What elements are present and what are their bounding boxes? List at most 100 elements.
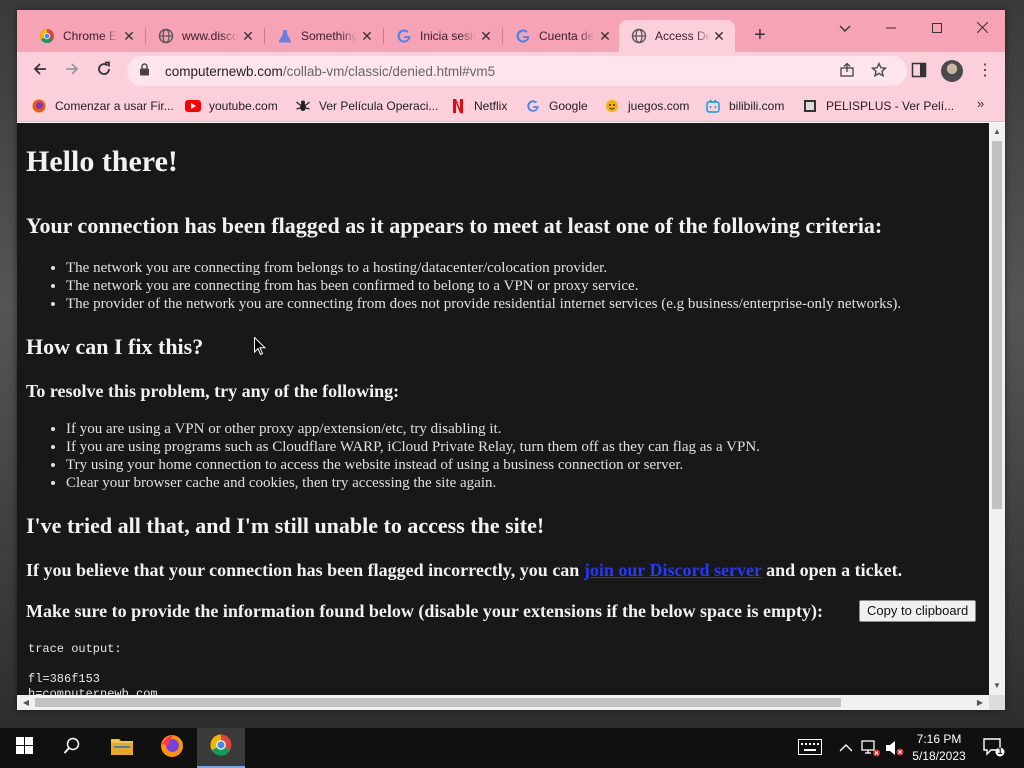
tab-discord[interactable]: www.discord.com ✕ [146,20,264,52]
still-heading: I've tried all that, and I'm still unabl… [26,513,545,538]
profile-avatar[interactable] [941,60,963,82]
list-item: The network you are connecting from has … [66,277,901,295]
forward-button[interactable] [59,58,85,84]
close-icon[interactable]: ✕ [597,28,613,45]
scrollbar-corner [989,695,1005,710]
search-button[interactable] [48,728,96,768]
bookmark-youtube[interactable]: youtube.com [185,96,278,116]
bilibili-icon [705,98,721,114]
volume-icon[interactable] [885,739,905,760]
tab-access-denied[interactable]: Access Denied ✕ [619,20,735,52]
folder-icon [110,736,134,761]
scroll-right-icon[interactable]: ▶ [973,695,987,710]
resolve-heading: To resolve this problem, try any of the … [26,381,400,401]
start-button[interactable] [0,728,48,768]
scroll-down-icon[interactable]: ▼ [989,679,1005,693]
firefox-icon [160,734,184,763]
trace-label: trace output: [28,642,122,656]
page-title: Hello there! [26,145,178,178]
close-icon[interactable]: ✕ [478,28,494,45]
bookmark-juegos[interactable]: juegos.com [604,96,689,116]
keyboard-icon[interactable] [798,739,822,758]
minimize-icon [886,20,896,36]
scroll-up-icon[interactable]: ▲ [989,125,1005,139]
clock-time: 7:16 PM [916,732,962,746]
bookmark-label: Google [549,99,588,113]
network-icon[interactable] [861,739,881,760]
vertical-scroll-thumb[interactable] [992,141,1002,509]
tab-something-went-wrong[interactable]: Something went wrong ✕ [265,20,383,52]
arrow-left-icon [32,61,48,82]
fix-heading: How can I fix this? [26,334,204,359]
bookmark-firefox[interactable]: Comenzar a usar Fir... [31,96,174,116]
maximize-icon [932,20,942,36]
minimize-button[interactable] [868,14,914,42]
incorrect-suffix: and open a ticket. [761,560,903,580]
bookmark-google[interactable]: Google [525,96,588,116]
tab-chrome-enterprise[interactable]: Chrome Enterprise ✕ [27,20,145,52]
desktop: Chrome Enterprise ✕ www.discord.com ✕ So… [0,0,1024,768]
bookmarks-bar: Comenzar a usar Fir... youtube.com Ver P… [17,90,1005,122]
pelisplus-icon [802,98,818,114]
horizontal-scrollbar[interactable]: ◀ ▶ [17,695,989,710]
bookmark-label: juegos.com [628,99,690,113]
new-tab-button[interactable]: + [750,24,770,46]
chrome-icon [209,733,233,762]
youtube-icon [185,98,201,114]
resolve-list: If you are using a VPN or other proxy ap… [66,420,760,492]
mouse-cursor-icon [254,336,267,361]
tab-label: Chrome Enterprise [63,29,119,43]
trace-output: trace output: fl=386f153 h=computernewb.c… [28,642,158,695]
close-icon[interactable]: ✕ [240,28,256,45]
share-icon[interactable] [836,59,858,81]
chrome-taskbar-button[interactable] [197,728,245,768]
tab-label: Access Denied [655,29,711,43]
reload-button[interactable] [91,58,117,84]
scroll-left-icon[interactable]: ◀ [19,695,33,710]
vertical-scrollbar[interactable]: ▲ ▼ [989,123,1005,695]
star-icon[interactable] [868,59,890,81]
discord-link[interactable]: join our Discord server [584,560,762,580]
bookmark-netflix[interactable]: Netflix [450,96,507,116]
close-icon[interactable]: ✕ [121,28,137,45]
google-icon [396,28,412,44]
close-icon[interactable]: ✕ [711,28,727,45]
maximize-button[interactable] [914,14,960,42]
file-explorer-button[interactable] [98,728,146,768]
list-item: Clear your browser cache and cookies, th… [66,474,760,492]
back-button[interactable] [27,58,53,84]
tab-cuenta-google[interactable]: Cuenta de Google ✕ [503,20,621,52]
side-panel-icon[interactable] [908,59,930,81]
notifications-button[interactable]: 1 [983,737,1007,759]
tab-search-button[interactable] [822,14,868,42]
close-window-button[interactable] [959,14,1005,42]
google-icon [515,28,531,44]
firefox-taskbar-button[interactable] [148,728,196,768]
menu-icon[interactable]: ⋮ [977,60,993,82]
bookmark-label: Comenzar a usar Fir... [55,99,174,113]
bookmark-pelicula[interactable]: Ver Película Operaci... [295,96,438,116]
reload-icon [96,61,112,82]
chevron-down-icon [839,20,851,36]
list-item: The network you are connecting from belo… [66,259,901,277]
horizontal-scroll-thumb[interactable] [35,698,841,707]
copy-to-clipboard-button[interactable]: Copy to clipboard [859,600,977,622]
globe-icon [631,28,647,44]
taskbar-clock[interactable]: 7:16 PM 5/18/2023 [908,731,970,765]
search-icon [63,737,81,760]
chevron-up-icon[interactable] [839,741,853,756]
bookmark-bilibili[interactable]: bilibili.com [705,96,784,116]
trace-line: h=computernewb.com [28,687,158,695]
provide-info-text: Make sure to provide the information fou… [26,601,824,621]
tab-inicia-sesion[interactable]: Inicia sesión ✕ [384,20,502,52]
tab-label: www.discord.com [182,29,238,43]
close-icon[interactable]: ✕ [359,28,375,45]
bookmark-pelisplus[interactable]: PELISPLUS - Ver Pelí... [802,96,954,116]
address-bar[interactable]: computernewb.com/collab-vm/classic/denie… [127,56,907,86]
clock-date: 5/18/2023 [912,749,966,763]
bookmarks-more-button[interactable]: » [977,96,984,111]
trace-spacer [28,657,158,672]
incorrect-paragraph: If you believe that your connection has … [26,560,902,581]
firefox-icon [31,98,47,114]
tab-strip: Chrome Enterprise ✕ www.discord.com ✕ So… [17,10,1005,52]
